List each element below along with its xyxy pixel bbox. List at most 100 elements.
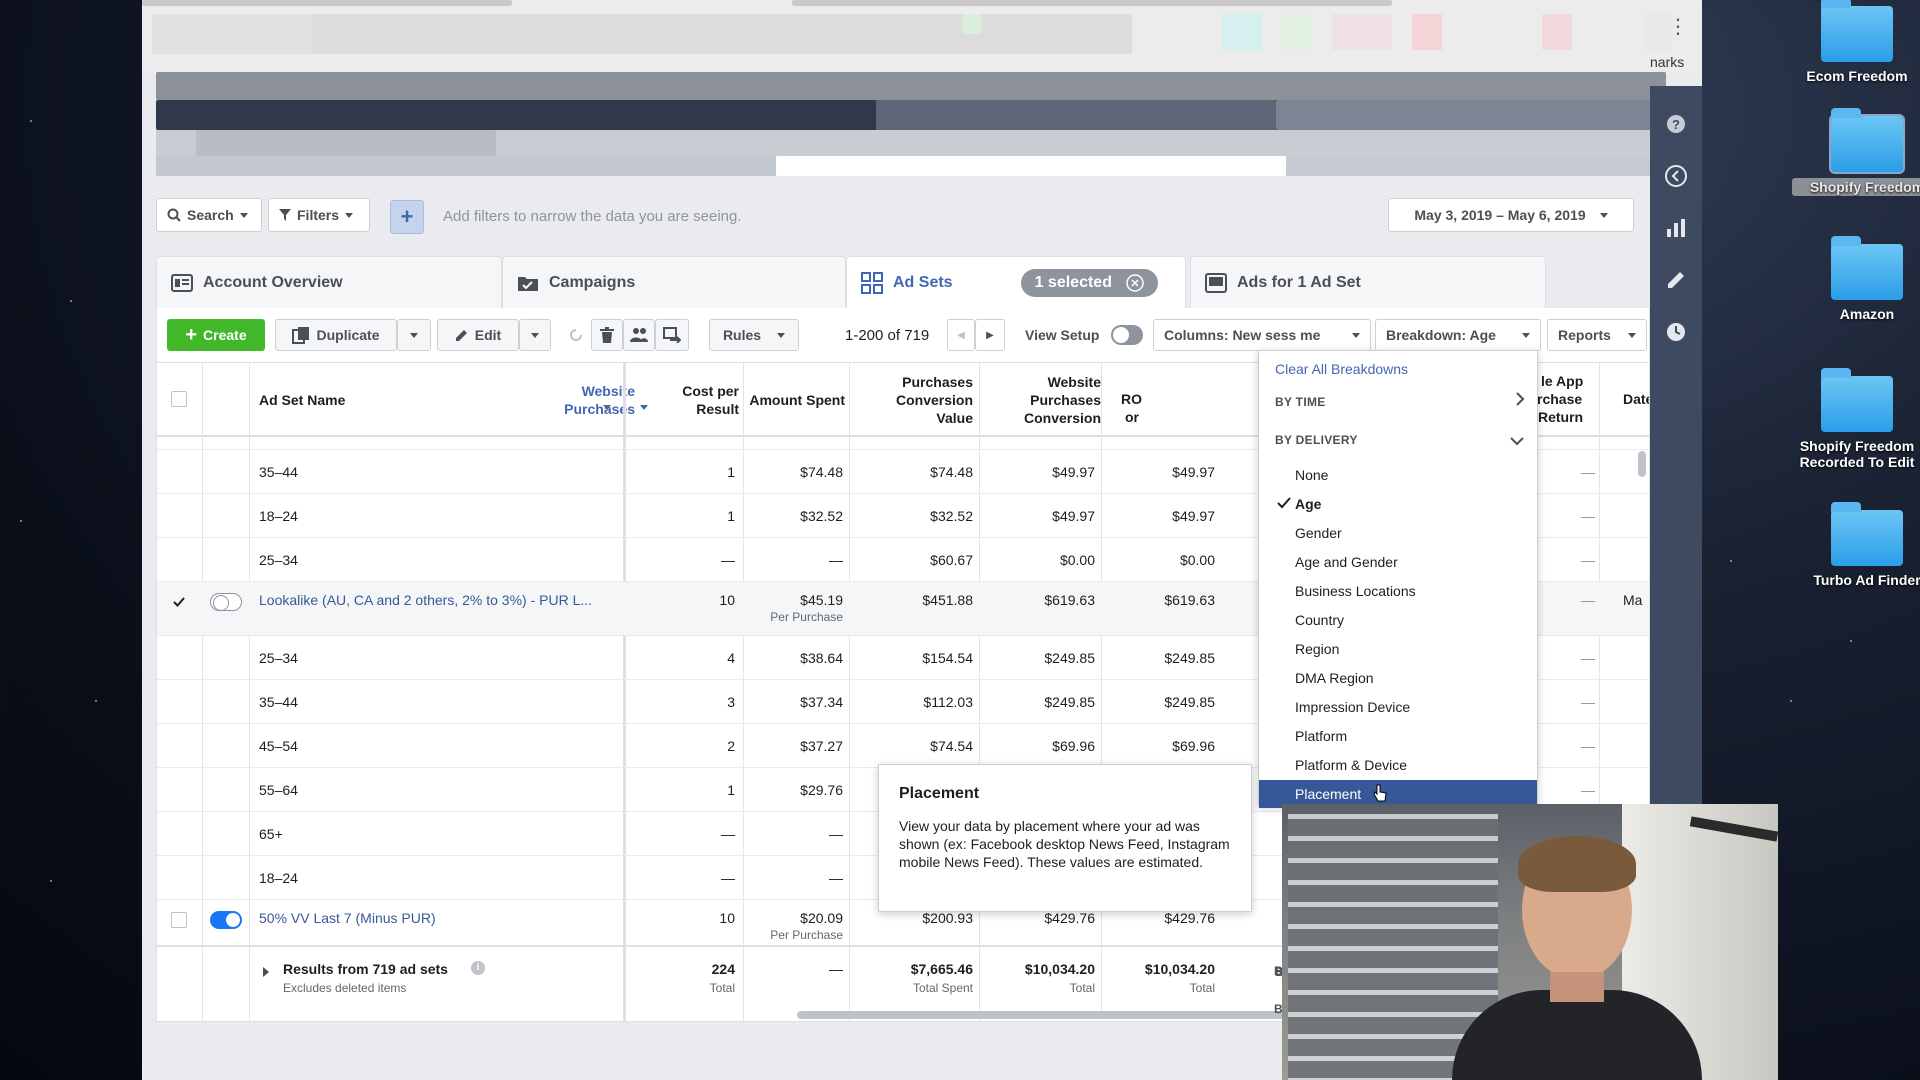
reports-dropdown[interactable]: Reports bbox=[1547, 319, 1647, 351]
header-website-purchases-conversion[interactable]: Website Purchases Conversion bbox=[977, 363, 1101, 437]
pencil-icon[interactable] bbox=[1658, 262, 1694, 298]
amount-spent-cell: $112.03 bbox=[923, 694, 973, 710]
ad-set-toggle[interactable] bbox=[210, 911, 242, 929]
horizontal-scrollbar[interactable] bbox=[797, 1011, 1297, 1019]
age-bucket-label: 45–54 bbox=[259, 738, 298, 754]
help-icon[interactable]: ? bbox=[1658, 106, 1694, 142]
prev-page-button[interactable]: ◀ bbox=[947, 319, 975, 351]
header-purchases-conversion-value[interactable]: Purchases Conversion Value bbox=[867, 363, 973, 437]
date-range-picker[interactable]: May 3, 2019 – May 6, 2019 bbox=[1388, 198, 1634, 232]
blurred-facebook-header bbox=[156, 72, 1666, 176]
check-icon bbox=[1277, 496, 1291, 512]
tab-ads-for-ad-set[interactable]: Ads for 1 Ad Set bbox=[1190, 256, 1546, 308]
filters-label: Filters bbox=[297, 207, 340, 223]
age-bucket-label: 65+ bbox=[259, 826, 283, 842]
more-vert-icon[interactable]: ⋮ bbox=[1668, 14, 1688, 39]
expand-caret-icon[interactable] bbox=[263, 967, 269, 977]
extra-col-cell: — bbox=[1581, 694, 1595, 710]
desktop-folder-shopify-freedom[interactable]: Shopify Freedom bbox=[1792, 108, 1920, 196]
row-checkbox[interactable] bbox=[171, 912, 187, 928]
chart-icon[interactable] bbox=[1658, 210, 1694, 246]
vertical-scrollbar[interactable] bbox=[1638, 451, 1646, 477]
extra-col-cell: — bbox=[1581, 650, 1595, 666]
search-button[interactable]: Search bbox=[156, 198, 262, 232]
clock-icon[interactable] bbox=[1658, 314, 1694, 350]
tab-ad-sets[interactable]: Ad Sets 1 selected bbox=[846, 256, 1186, 308]
ad-icon bbox=[1205, 272, 1227, 293]
ad-set-name-link[interactable]: Lookalike (AU, CA and 2 others, 2% to 3%… bbox=[259, 592, 592, 608]
tab-account-overview[interactable]: Account Overview bbox=[156, 256, 502, 308]
breakdown-option[interactable]: DMA Region bbox=[1259, 664, 1537, 692]
next-page-button[interactable]: ▶ bbox=[975, 319, 1005, 351]
ad-set-name-link[interactable]: 50% VV Last 7 (Minus PUR) bbox=[259, 910, 436, 926]
duplicate-dropdown[interactable] bbox=[397, 319, 431, 351]
desktop-folder-turbo-ad-finder[interactable]: Turbo Ad Finder bbox=[1792, 502, 1920, 588]
close-circle-icon[interactable] bbox=[1126, 273, 1144, 292]
ab-test-button[interactable] bbox=[655, 319, 689, 351]
header-ad-set-name[interactable]: Ad Set Name bbox=[259, 363, 509, 437]
ad-set-toggle[interactable] bbox=[210, 593, 242, 611]
view-setup-toggle[interactable] bbox=[1111, 325, 1143, 345]
refresh-button[interactable] bbox=[561, 319, 591, 351]
cost-per-result-cell: — bbox=[829, 826, 843, 842]
breakdown-dropdown[interactable]: Breakdown: Age bbox=[1375, 319, 1541, 351]
breakdown-option[interactable]: Gender bbox=[1259, 519, 1537, 547]
breakdown-option-label: DMA Region bbox=[1295, 670, 1374, 686]
website-purchases-cell: 1 bbox=[727, 508, 735, 524]
collapse-icon[interactable] bbox=[1658, 158, 1694, 194]
filters-button[interactable]: Filters bbox=[268, 198, 370, 232]
edit-dropdown[interactable] bbox=[519, 319, 551, 351]
breakdown-option[interactable]: Platform & Device bbox=[1259, 751, 1537, 779]
audience-button[interactable] bbox=[623, 319, 655, 351]
duplicate-button[interactable]: Duplicate bbox=[275, 319, 397, 351]
selected-badge[interactable]: 1 selected bbox=[1020, 268, 1158, 297]
duplicate-label: Duplicate bbox=[316, 327, 380, 343]
select-all-checkbox[interactable] bbox=[171, 391, 187, 407]
breakdown-option[interactable]: Business Locations bbox=[1259, 577, 1537, 605]
clear-breakdowns-link[interactable]: Clear All Breakdowns bbox=[1275, 361, 1408, 377]
columns-dropdown[interactable]: Columns: New sess me bbox=[1153, 319, 1371, 351]
create-button[interactable]: + Create bbox=[167, 319, 265, 351]
folder-icon bbox=[1821, 368, 1893, 432]
extra-col-cell: — bbox=[1581, 738, 1595, 754]
desktop-folder-ecom-freedom[interactable]: Ecom Freedom bbox=[1782, 0, 1920, 84]
website-purchases-cell: 10 bbox=[719, 910, 735, 926]
breakdown-option[interactable]: Country bbox=[1259, 606, 1537, 634]
conv-value-cell: $49.97 bbox=[1052, 464, 1095, 480]
desktop-folder-amazon[interactable]: Amazon bbox=[1792, 236, 1920, 322]
breakdown-option[interactable]: Region bbox=[1259, 635, 1537, 663]
cost-per-result-sub: Per Purchase bbox=[770, 928, 843, 942]
tab-campaigns[interactable]: Campaigns bbox=[502, 256, 846, 308]
add-filter-button[interactable]: + bbox=[390, 200, 424, 234]
info-icon[interactable]: i bbox=[471, 961, 485, 975]
row-checkbox[interactable] bbox=[171, 594, 187, 610]
edit-button[interactable]: Edit bbox=[437, 319, 519, 351]
header-website-purchases[interactable]: Website Purchases bbox=[541, 363, 635, 437]
bookmarks-label[interactable]: narks bbox=[1650, 54, 1684, 70]
total-web-conv: $10,034.20 bbox=[1144, 961, 1215, 977]
delete-button[interactable] bbox=[591, 319, 623, 351]
breakdown-option[interactable]: Age bbox=[1259, 490, 1537, 518]
age-bucket-label: 55–64 bbox=[259, 782, 298, 798]
header-amount-spent[interactable]: Amount Spent bbox=[745, 363, 845, 437]
web-conv-cell: $249.85 bbox=[1164, 694, 1215, 710]
desktop-folder-shopify-freedom-recorded[interactable]: Shopify Freedom Recorded To Edit bbox=[1782, 368, 1920, 470]
chevron-right-icon: ▶ bbox=[986, 329, 994, 341]
grid-icon bbox=[861, 271, 883, 294]
by-time-section[interactable]: BY TIME bbox=[1275, 395, 1326, 409]
rules-button[interactable]: Rules bbox=[709, 319, 799, 351]
website-purchases-cell: — bbox=[721, 826, 735, 842]
breakdown-option[interactable]: Platform bbox=[1259, 722, 1537, 750]
by-delivery-section[interactable]: BY DELIVERY bbox=[1275, 433, 1358, 447]
header-cost-per-result[interactable]: Cost per Result bbox=[655, 363, 739, 437]
conv-value-cell: $249.85 bbox=[1044, 694, 1095, 710]
breakdown-option[interactable]: None bbox=[1259, 461, 1537, 489]
tab-label: Account Overview bbox=[203, 273, 343, 291]
desktop-label: Shopify Freedom bbox=[1792, 178, 1920, 196]
breakdown-option[interactable]: Age and Gender bbox=[1259, 548, 1537, 576]
age-bucket-label: 25–34 bbox=[259, 552, 298, 568]
check-icon bbox=[173, 597, 185, 607]
breakdown-option[interactable]: Impression Device bbox=[1259, 693, 1537, 721]
filter-placeholder[interactable]: Add filters to narrow the data you are s… bbox=[443, 208, 742, 225]
total-web-conv-sub: Total bbox=[1189, 981, 1215, 995]
